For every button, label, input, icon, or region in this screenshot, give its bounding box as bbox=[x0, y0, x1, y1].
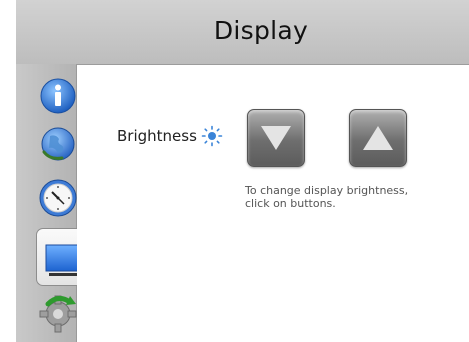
display-content-panel: Brightness To change display brightness,… bbox=[77, 65, 469, 342]
brightness-sun-icon bbox=[201, 125, 223, 147]
brightness-up-button[interactable] bbox=[349, 109, 407, 167]
globe-icon bbox=[41, 127, 75, 161]
header-bar: Display bbox=[16, 0, 469, 65]
info-icon bbox=[40, 78, 76, 114]
hint-line-1: To change display brightness, bbox=[245, 184, 409, 197]
sidebar-item-time[interactable] bbox=[36, 176, 80, 220]
gear-refresh-icon bbox=[39, 295, 77, 333]
display-settings-window: Display Brightness To change display bri… bbox=[0, 0, 469, 342]
brightness-label: Brightness bbox=[117, 127, 197, 145]
sidebar-item-network[interactable] bbox=[36, 122, 80, 166]
clock-icon bbox=[39, 179, 77, 217]
arrow-up-icon bbox=[363, 126, 393, 150]
brightness-hint-text: To change display brightness, click on b… bbox=[245, 184, 455, 210]
arrow-down-icon bbox=[261, 126, 291, 150]
page-title: Display bbox=[213, 16, 309, 45]
sidebar-item-info[interactable] bbox=[36, 74, 80, 118]
sidebar-item-settings[interactable] bbox=[36, 290, 80, 334]
brightness-down-button[interactable] bbox=[247, 109, 305, 167]
sidebar bbox=[16, 64, 91, 342]
hint-line-2: click on buttons. bbox=[245, 197, 336, 210]
